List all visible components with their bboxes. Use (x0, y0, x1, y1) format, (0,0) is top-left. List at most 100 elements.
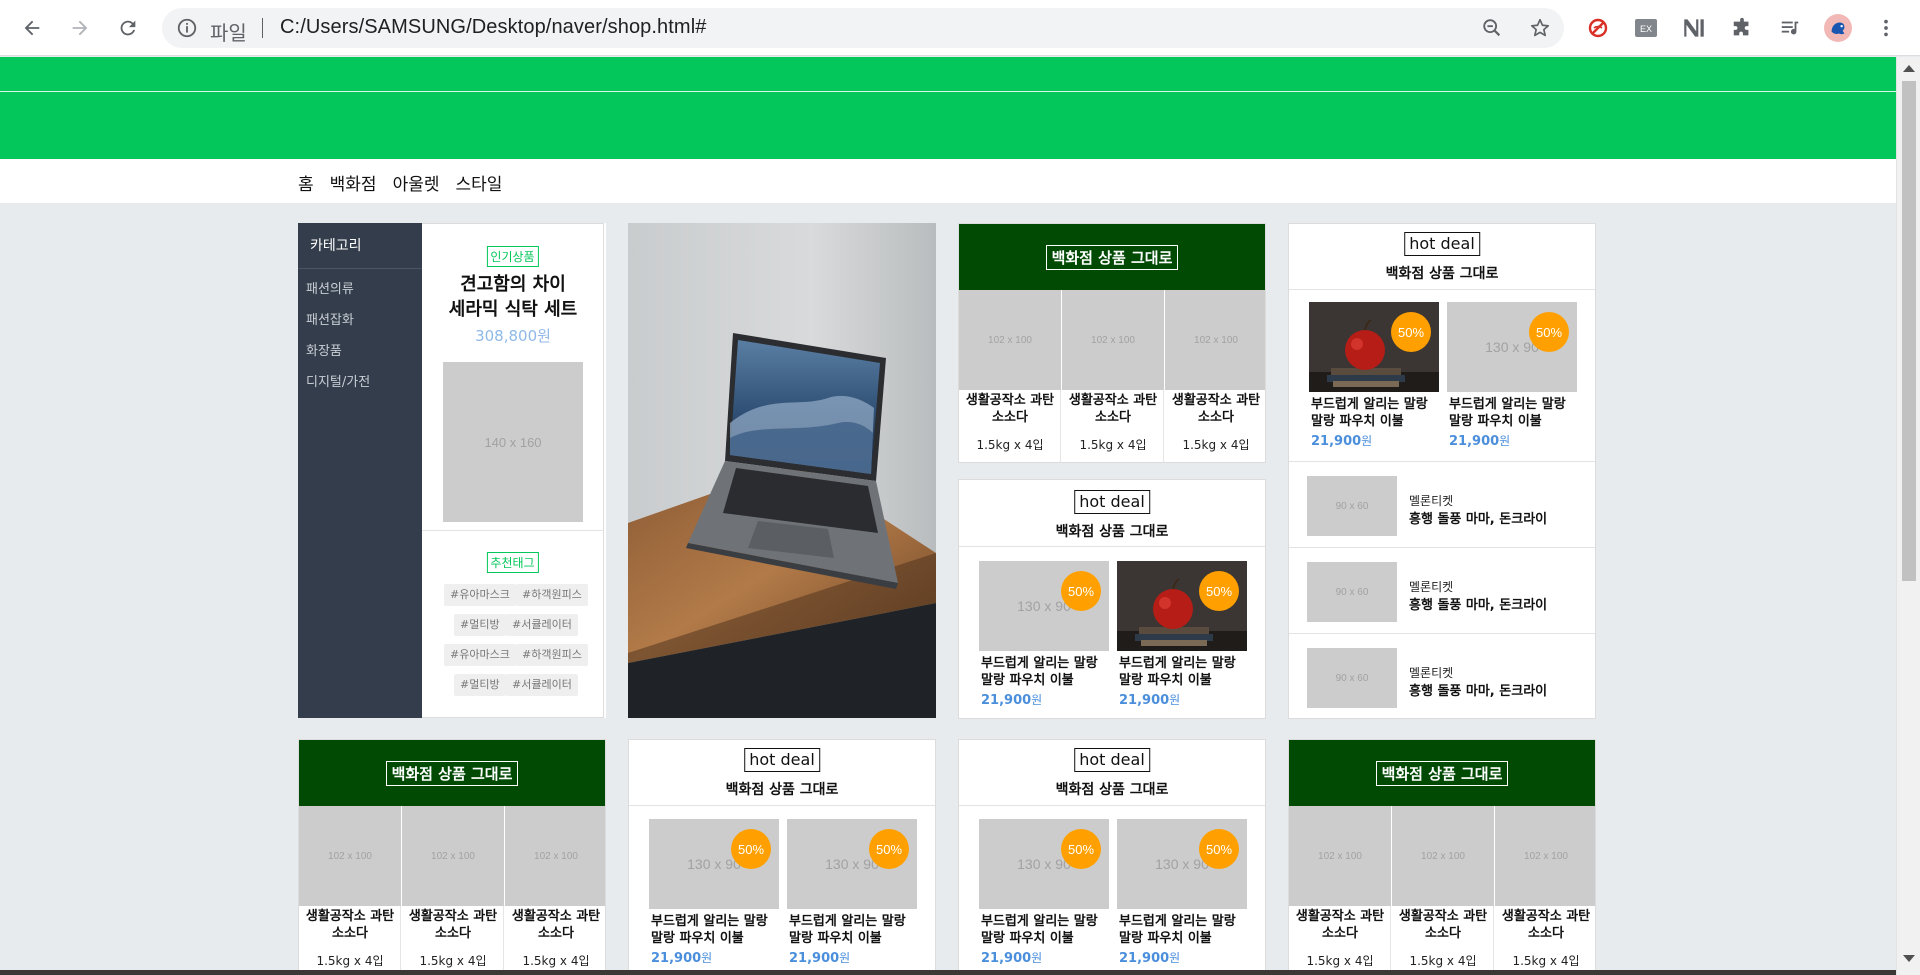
hotdeal-subtitle: 백화점 상품 그대로 (1055, 524, 1169, 540)
nav-home[interactable]: 홈 (298, 170, 314, 195)
tag-chip[interactable]: #하객원피스 (516, 644, 588, 666)
tag-chip[interactable]: #서큘레이터 (506, 674, 578, 696)
hotdeal-item[interactable]: 130 x 90 50% 부드럽게 알리는 말랑 말랑 파우치 이불 21,90… (787, 819, 917, 969)
hotdeal-item[interactable]: 130 x 90 50% 부드럽게 알리는 말랑 말랑 파우치 이불 21,90… (979, 561, 1109, 711)
category-title: 카테고리 (298, 223, 422, 269)
taskbar-edge (0, 970, 1896, 975)
hotdeal-card: hot deal 백화점 상품 그대로 130 x 90 50% 부드럽게 알리… (958, 739, 1266, 975)
department-item[interactable]: 102 x 100 생활공작소 과탄 소소다 1.5kg x 4입 (1062, 290, 1164, 462)
department-item[interactable]: 102 x 100 생활공작소 과탄 소소다 1.5kg x 4입 (1165, 290, 1265, 462)
tag-chip[interactable]: #멀티방 (454, 674, 506, 696)
tag-chip[interactable]: #유아마스크 (444, 584, 516, 606)
media-control-icon[interactable] (1776, 14, 1804, 42)
ticket-item-image: 90 x 60 (1307, 648, 1397, 708)
popular-title-line2[interactable]: 세라믹 식탁 세트 (422, 297, 604, 322)
hotdeal-card: hot deal 백화점 상품 그대로 130 x 90 50% 부드럽게 알리… (958, 479, 1266, 719)
department-item-weight: 1.5kg x 4입 (1512, 954, 1580, 968)
department-item[interactable]: 102 x 100 생활공작소 과탄 소소다 1.5kg x 4입 (1392, 806, 1494, 975)
category-item-fashion-goods[interactable]: 패션잡화 (306, 309, 354, 328)
hero-banner (0, 57, 1896, 159)
scroll-down-arrow-icon[interactable] (1903, 955, 1915, 962)
hotdeal-item[interactable]: 130 x 90 50% 부드럽게 알리는 말랑 말랑 파우치 이불 21,90… (1117, 819, 1247, 969)
department-item[interactable]: 102 x 100 생활공작소 과탄 소소다 1.5kg x 4입 (299, 806, 401, 975)
category-item-fashion-clothing[interactable]: 패션의류 (306, 278, 354, 297)
category-item-digital[interactable]: 디지털/가전 (306, 371, 370, 390)
ticket-item[interactable]: 90 x 60 멜론티켓 흥행 돌풍 마마, 돈크라이 (1289, 461, 1595, 547)
hotdeal-item[interactable]: 130 x 90 50% 부드럽게 알리는 말랑 말랑 파우치 이불 21,90… (649, 819, 779, 969)
scroll-up-arrow-icon[interactable] (1903, 65, 1915, 72)
ticket-item[interactable]: 90 x 60 멜론티켓 흥행 돌풍 마마, 돈크라이 (1289, 547, 1595, 633)
category-item-cosmetics[interactable]: 화장품 (306, 340, 342, 359)
ticket-item-title: 흥행 돌풍 마마, 돈크라이 (1409, 598, 1548, 613)
hotdeal-item-price: 21,900원 (651, 951, 713, 966)
hotdeal-item-desc: 부드럽게 알리는 말랑 말랑 파우치 이불 (981, 656, 1098, 688)
ticket-item[interactable]: 90 x 60 멜론티켓 흥행 돌풍 마마, 돈크라이 (1289, 633, 1595, 718)
tag-chip[interactable]: #유아마스크 (444, 644, 516, 666)
star-icon[interactable] (1528, 16, 1552, 40)
department-item-image: 102 x 100 (1392, 806, 1494, 906)
department-item[interactable]: 102 x 100 생활공작소 과탄 소소다 1.5kg x 4입 (1289, 806, 1391, 975)
hotdeal-divider (629, 805, 935, 806)
page-viewport: 홈 백화점 아울렛 스타일 카테고리 패션의류 패션잡화 화장품 디지털/가전 … (0, 57, 1896, 975)
department-item-image: 102 x 100 (402, 806, 504, 906)
nav-outlet[interactable]: 아울렛 (393, 170, 440, 195)
kebab-menu-icon[interactable] (1872, 14, 1900, 42)
department-header-label[interactable]: 백화점 상품 그대로 (1375, 760, 1509, 786)
category-card: 카테고리 패션의류 패션잡화 화장품 디지털/가전 인기상품 견고함의 차이 세… (298, 223, 606, 718)
department-item[interactable]: 102 x 100 생활공작소 과탄 소소다 1.5kg x 4입 (402, 806, 504, 975)
department-item[interactable]: 102 x 100 생활공작소 과탄 소소다 1.5kg x 4입 (1495, 806, 1595, 975)
hotdeal-item-price: 21,900원 (789, 951, 851, 966)
tag-chip[interactable]: #멀티방 (454, 614, 506, 636)
vertical-scrollbar[interactable] (1896, 57, 1920, 975)
discount-badge: 50% (1061, 829, 1101, 869)
top-menu-bar: 홈 백화점 아울렛 스타일 (0, 159, 1896, 203)
back-button[interactable] (16, 12, 48, 44)
profile-avatar[interactable] (1824, 14, 1852, 42)
popular-tag: 인기상품 (486, 246, 539, 267)
hotdeal-item[interactable]: 130 x 90 50% 부드럽게 알리는 말랑 말랑 파우치 이불 21,90… (979, 819, 1109, 969)
department-item-weight: 1.5kg x 4입 (1409, 954, 1477, 968)
scrollbar-thumb[interactable] (1902, 81, 1916, 581)
hotdeal-label: hot deal (1074, 490, 1150, 514)
hotdeal-subtitle: 백화점 상품 그대로 (1385, 266, 1499, 282)
popular-title-line1[interactable]: 견고함의 차이 (422, 272, 604, 297)
zoom-icon[interactable] (1480, 16, 1504, 40)
url-text[interactable]: C:/Users/SAMSUNG/Desktop/naver/shop.html… (280, 16, 706, 39)
hotdeal-item[interactable]: 50% 부드럽게 알리는 말랑 말랑 파우치 이불 21,900원 (1309, 302, 1439, 452)
hotdeal-divider (1289, 289, 1595, 290)
arrow-left-icon (24, 20, 40, 36)
hotdeal-item[interactable]: 130 x 90 50% 부드럽게 알리는 말랑 말랑 파우치 이불 21,90… (1447, 302, 1577, 452)
department-item-image: 102 x 100 (1495, 806, 1595, 906)
department-header: 백화점 상품 그대로 (299, 740, 605, 806)
laptop-photo[interactable] (628, 223, 936, 718)
popular-image-placeholder[interactable]: 140 x 160 (443, 362, 583, 522)
department-item-weight: 1.5kg x 4입 (522, 954, 590, 968)
tag-chip[interactable]: #서큘레이터 (506, 614, 578, 636)
hotdeal-item-desc: 부드럽게 알리는 말랑 말랑 파우치 이불 (1449, 397, 1566, 429)
forward-button[interactable] (64, 12, 96, 44)
reload-button[interactable] (112, 12, 144, 44)
blocker-extension-icon[interactable] (1584, 14, 1612, 42)
nav-style[interactable]: 스타일 (455, 170, 502, 195)
hotdeal-item[interactable]: 50% 부드럽게 알리는 말랑 말랑 파우치 이불 21,900원 (1117, 561, 1247, 711)
hotdeal-divider (959, 805, 1265, 806)
discount-badge: 50% (1391, 312, 1431, 352)
address-bar[interactable]: 파일 C:/Users/SAMSUNG/Desktop/naver/shop.h… (162, 8, 1564, 48)
department-item[interactable]: 102 x 100 생활공작소 과탄 소소다 1.5kg x 4입 (959, 290, 1061, 462)
hotdeal-subtitle: 백화점 상품 그대로 (725, 782, 839, 798)
hotdeal-item-price: 21,900원 (1119, 693, 1181, 708)
reload-icon (120, 20, 136, 36)
puzzle-extensions-icon[interactable] (1728, 14, 1756, 42)
department-item-name: 생활공작소 과탄 소소다 (511, 909, 601, 941)
ticket-item-image: 90 x 60 (1307, 562, 1397, 622)
tag-chip[interactable]: #하객원피스 (516, 584, 588, 606)
department-item-name: 생활공작소 과탄 소소다 (1171, 393, 1261, 425)
department-header-label[interactable]: 백화점 상품 그대로 (385, 760, 519, 786)
info-icon[interactable] (176, 17, 198, 39)
department-item-name: 생활공작소 과탄 소소다 (1068, 393, 1158, 425)
nav-department-store[interactable]: 백화점 (330, 170, 377, 195)
department-header-label[interactable]: 백화점 상품 그대로 (1045, 244, 1179, 270)
n-extension-icon[interactable] (1680, 14, 1708, 42)
ex-extension-icon[interactable]: EX (1632, 14, 1660, 42)
department-item[interactable]: 102 x 100 생활공작소 과탄 소소다 1.5kg x 4입 (505, 806, 605, 975)
